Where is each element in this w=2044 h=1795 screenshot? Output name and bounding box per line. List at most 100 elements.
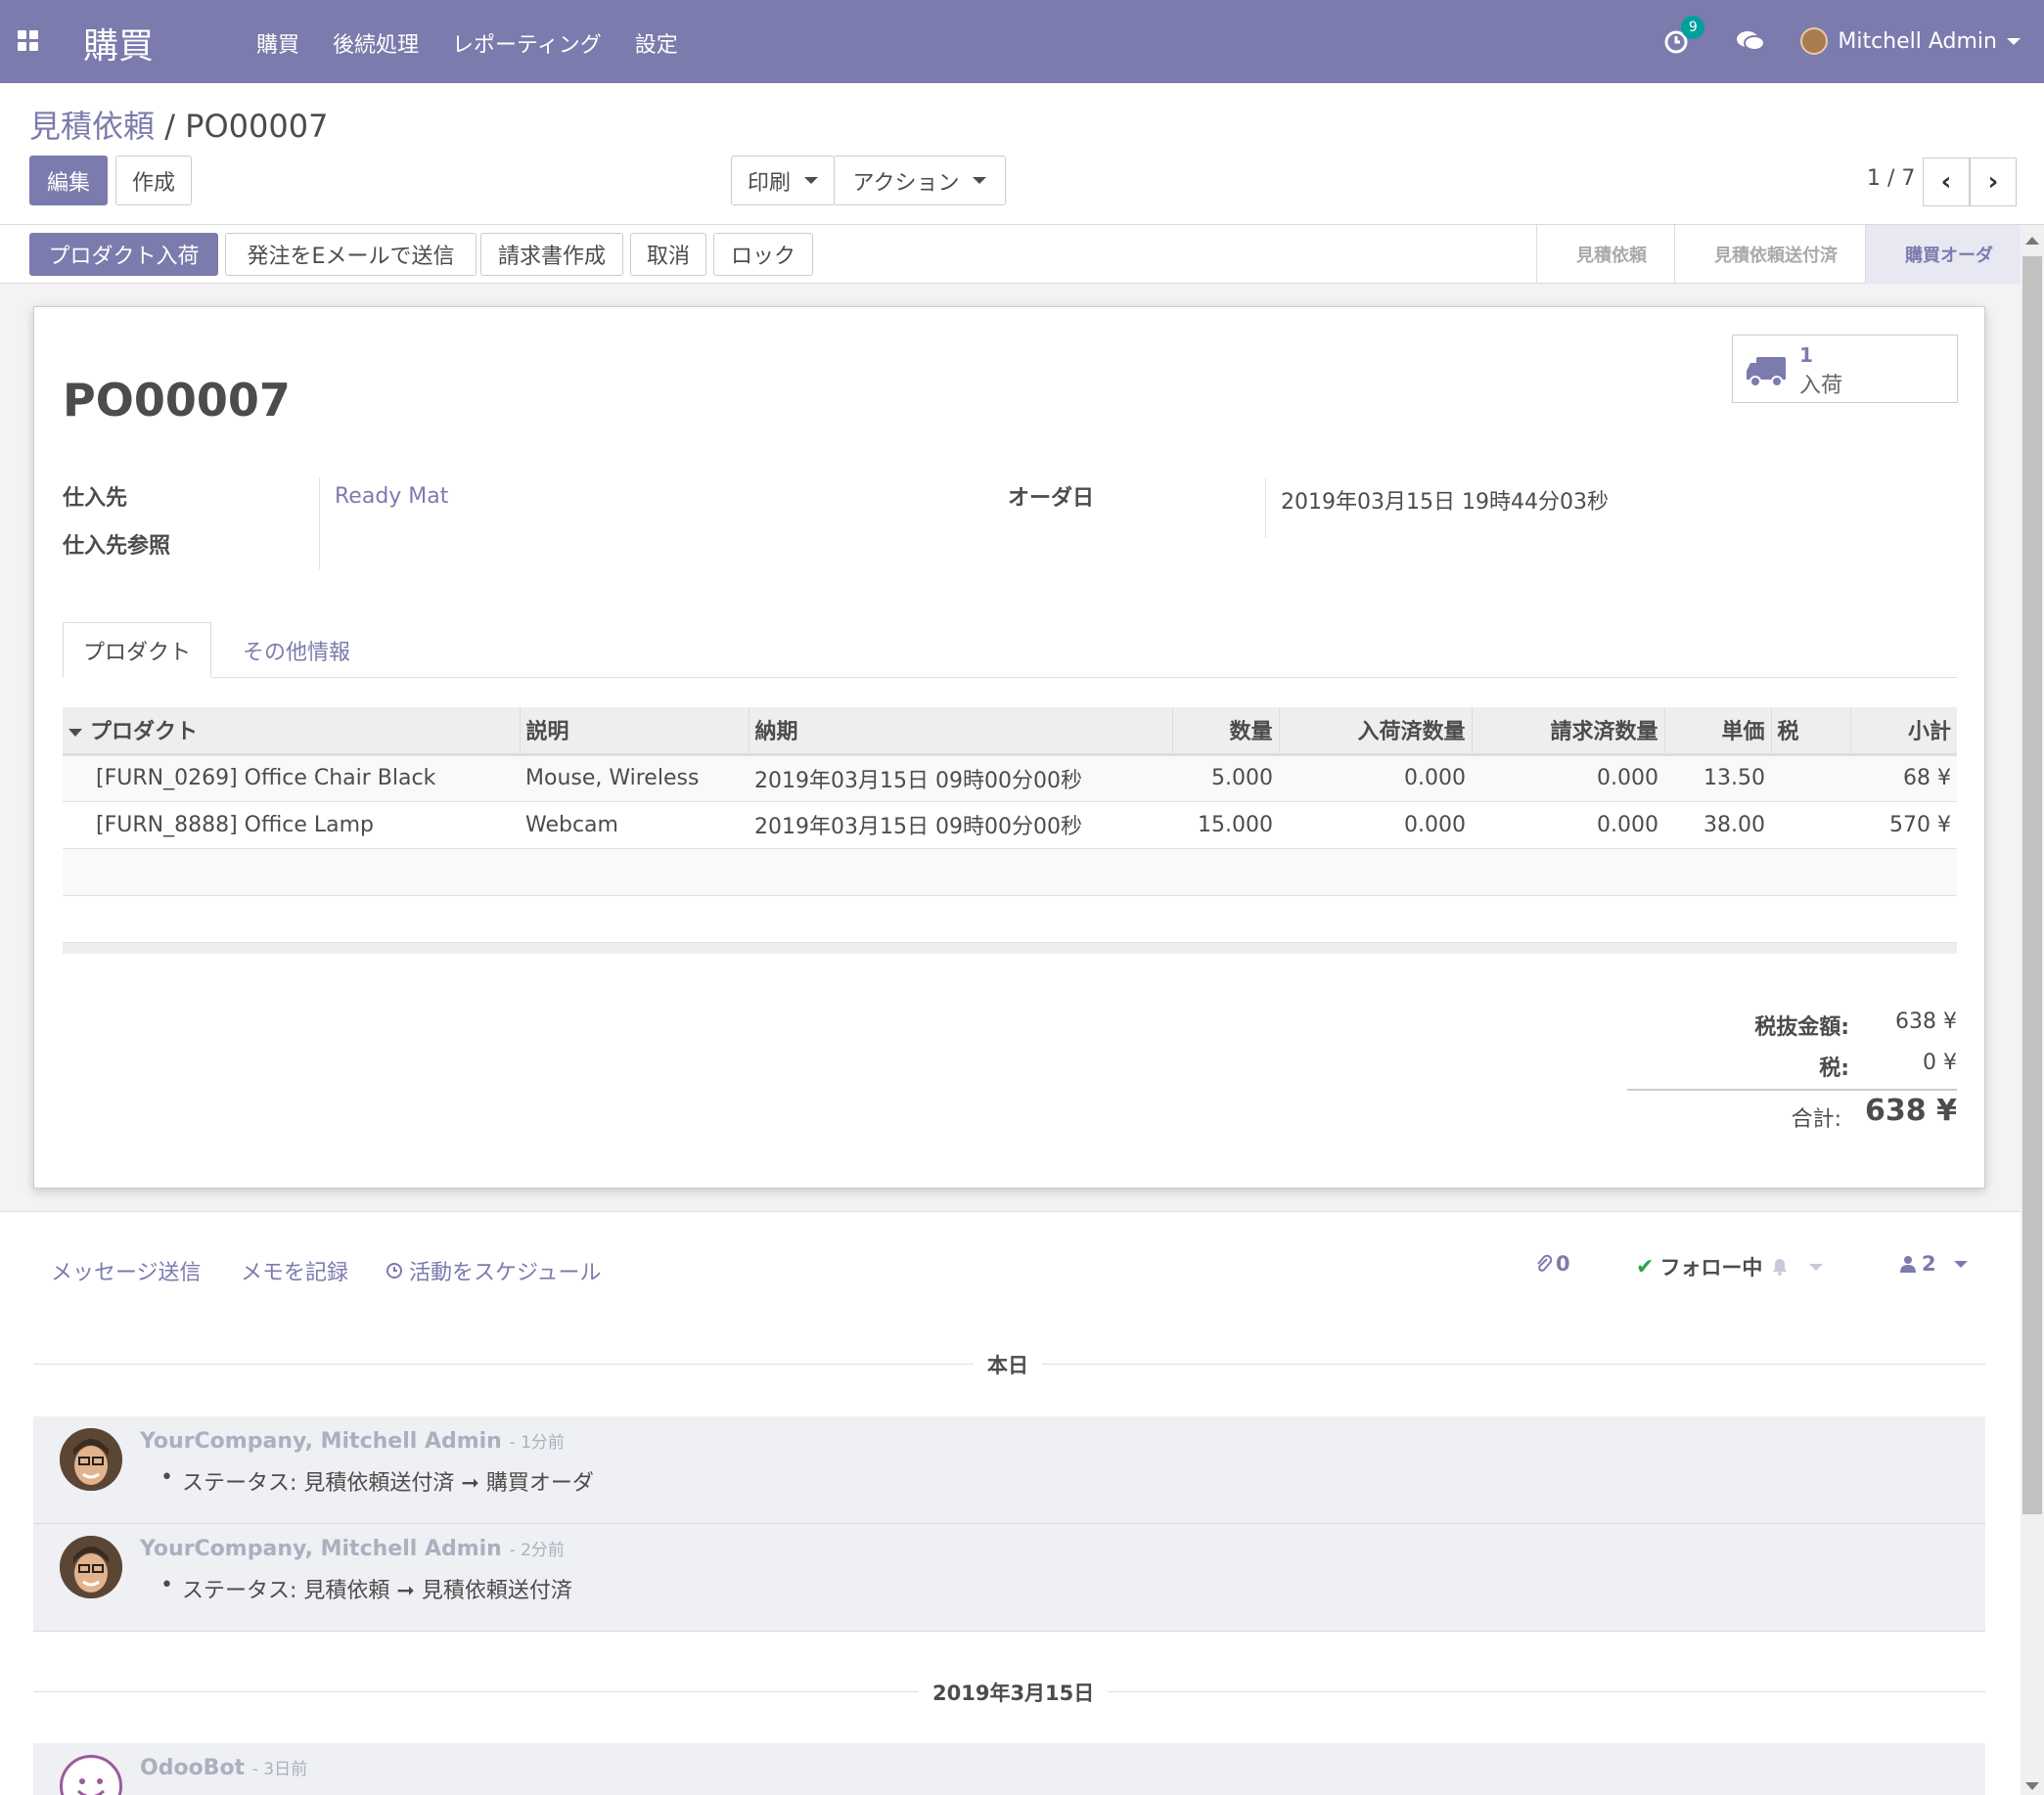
- vendor-field[interactable]: Ready Mat: [335, 484, 448, 509]
- user-icon: [1900, 1256, 1916, 1273]
- edit-button[interactable]: 編集: [29, 156, 108, 205]
- breadcrumb-separator: /: [155, 108, 186, 145]
- user-menu[interactable]: Mitchell Admin: [1800, 27, 2021, 55]
- column-header-received-qty[interactable]: 入荷済数量: [1279, 707, 1473, 756]
- cell-unit-price[interactable]: 38.00: [1664, 801, 1771, 849]
- create-button[interactable]: 作成: [115, 156, 192, 205]
- create-bill-button[interactable]: 請求書作成: [480, 233, 623, 276]
- chevron-right-icon: ›: [1987, 167, 1999, 197]
- pager-next-button[interactable]: ›: [1970, 157, 2017, 206]
- caret-down-icon: [68, 729, 82, 738]
- receive-products-button[interactable]: プロダクト入荷: [29, 233, 218, 276]
- cell-received-qty[interactable]: 0.000: [1279, 801, 1472, 849]
- column-header-product[interactable]: プロダクト: [63, 707, 521, 756]
- scroll-down-arrow-icon[interactable]: [2025, 1782, 2039, 1790]
- column-header-taxes[interactable]: 税: [1771, 707, 1851, 756]
- pager-value[interactable]: 1 / 7: [1867, 166, 1915, 191]
- cell-product[interactable]: [FURN_8888] Office Lamp: [63, 801, 520, 849]
- cell-quantity[interactable]: 15.000: [1172, 801, 1279, 849]
- cell-scheduled-date[interactable]: 2019年03月15日 09時00分00秒: [749, 754, 1172, 802]
- scroll-up-arrow-icon[interactable]: [2025, 237, 2039, 245]
- cancel-button[interactable]: 取消: [630, 233, 706, 276]
- chevron-left-icon: ‹: [1940, 167, 1952, 197]
- lock-button[interactable]: ロック: [713, 233, 813, 276]
- chevron-down-icon: [1953, 1260, 1968, 1268]
- action-label: アクション: [852, 170, 960, 196]
- message-time: - 1分前: [509, 1433, 565, 1453]
- tab-products[interactable]: プロダクト: [63, 622, 212, 678]
- order-date-field[interactable]: 2019年03月15日 19時44分03秒: [1281, 484, 1609, 516]
- send-message-button[interactable]: メッセージ送信: [51, 1255, 202, 1286]
- chevron-down-icon: [973, 177, 987, 184]
- pager-previous-button[interactable]: ‹: [1923, 157, 1970, 206]
- date-separator-date: 2019年3月15日: [919, 1678, 1109, 1707]
- message-author[interactable]: YourCompany, Mitchell Admin - 1分前: [140, 1428, 565, 1454]
- cell-taxes[interactable]: [1771, 801, 1850, 849]
- column-header-subtotal[interactable]: 小計: [1850, 707, 1957, 756]
- schedule-activity-button[interactable]: 活動をスケジュール: [386, 1255, 601, 1286]
- chatter-message: OdooBot - 3日前: [33, 1743, 1985, 1795]
- order-lines-table: プロダクト 説明 納期 数量 入荷済数量 請求済数量 単価 税 小計 [FURN…: [63, 707, 1957, 954]
- vendor-label: 仕入先: [63, 486, 128, 511]
- message-author[interactable]: OdooBot - 3日前: [140, 1755, 307, 1780]
- form-statusbar: プロダクト入荷 発注をEメールで送信 請求書作成 取消 ロック 見積依頼 見積依…: [0, 225, 2021, 284]
- menu-purchase[interactable]: 購買: [256, 27, 299, 59]
- column-header-unit-price[interactable]: 単価: [1664, 707, 1772, 756]
- menu-operations[interactable]: 後続処理: [333, 27, 419, 59]
- message-author[interactable]: YourCompany, Mitchell Admin - 2分前: [140, 1536, 565, 1561]
- field-separator: [1265, 477, 1266, 538]
- cell-taxes[interactable]: [1771, 754, 1850, 802]
- app-brand[interactable]: 購買: [83, 18, 154, 68]
- cell-received-qty[interactable]: 0.000: [1279, 754, 1472, 802]
- cell-billed-qty[interactable]: 0.000: [1472, 801, 1664, 849]
- top-navbar: 購買 購買 後続処理 レポーティング 設定 9 Mitchell Admin: [0, 0, 2044, 83]
- status-step-rfq-sent[interactable]: 見積依頼送付済: [1674, 225, 1865, 284]
- menu-settings[interactable]: 設定: [635, 27, 678, 59]
- author-avatar: [60, 1428, 122, 1491]
- column-header-quantity[interactable]: 数量: [1172, 707, 1280, 756]
- action-dropdown[interactable]: アクション: [834, 156, 1006, 205]
- column-header-scheduled-date[interactable]: 納期: [749, 707, 1173, 756]
- scrollbar-thumb[interactable]: [2022, 256, 2042, 1514]
- message-time: - 3日前: [251, 1760, 308, 1779]
- main-menu: 購買 後続処理 レポーティング 設定: [256, 27, 678, 59]
- follow-button[interactable]: ✔ フォロー中: [1636, 1252, 1824, 1281]
- column-header-description[interactable]: 説明: [520, 707, 749, 756]
- user-name: Mitchell Admin: [1838, 28, 1997, 54]
- status-steps: 見積依頼 見積依頼送付済 購買オーダ: [1536, 225, 2021, 284]
- total-value: 638 ¥: [1865, 1094, 1957, 1128]
- activity-menu[interactable]: 9: [1661, 16, 1705, 61]
- status-step-purchase-order[interactable]: 購買オーダ: [1865, 225, 2021, 284]
- cell-billed-qty[interactable]: 0.000: [1472, 754, 1664, 802]
- chevron-down-icon: [804, 177, 818, 184]
- cell-description[interactable]: Mouse, Wireless: [520, 754, 749, 802]
- chat-icon[interactable]: [1736, 28, 1766, 54]
- receipts-smart-button[interactable]: 1 入荷: [1732, 335, 1958, 403]
- schedule-activity-label: 活動をスケジュール: [409, 1261, 602, 1285]
- chevron-down-icon[interactable]: [1809, 1263, 1824, 1271]
- apps-grid-icon[interactable]: [18, 30, 39, 52]
- breadcrumb-parent[interactable]: 見積依頼: [29, 108, 155, 145]
- chatter-message: YourCompany, Mitchell Admin - 1分前 ステータス:…: [33, 1416, 1985, 1524]
- cell-scheduled-date[interactable]: 2019年03月15日 09時00分00秒: [749, 801, 1172, 849]
- table-row[interactable]: [FURN_0269] Office Chair Black Mouse, Wi…: [63, 754, 1957, 802]
- tab-other-info[interactable]: その他情報: [223, 622, 370, 678]
- print-dropdown[interactable]: 印刷: [731, 156, 835, 205]
- log-note-button[interactable]: メモを記録: [241, 1255, 348, 1286]
- cell-quantity[interactable]: 5.000: [1172, 754, 1279, 802]
- attachments-button[interactable]: 0: [1536, 1252, 1570, 1276]
- table-row[interactable]: [FURN_8888] Office Lamp Webcam 2019年03月1…: [63, 801, 1957, 849]
- column-header-billed-qty[interactable]: 請求済数量: [1472, 707, 1665, 756]
- bell-icon[interactable]: [1770, 1257, 1790, 1277]
- cell-description[interactable]: Webcam: [520, 801, 749, 849]
- menu-reporting[interactable]: レポーティング: [452, 27, 602, 59]
- message-body: ステータス: 見積依頼 ➞ 見積依頼送付済: [160, 1573, 572, 1604]
- send-po-email-button[interactable]: 発注をEメールで送信: [225, 233, 477, 276]
- cell-product[interactable]: [FURN_0269] Office Chair Black: [63, 754, 520, 802]
- followers-button[interactable]: 2: [1900, 1252, 1968, 1276]
- status-step-rfq[interactable]: 見積依頼: [1536, 225, 1674, 284]
- clock-icon: [386, 1263, 402, 1279]
- author-name: OdooBot: [140, 1756, 246, 1780]
- cell-unit-price[interactable]: 13.50: [1664, 754, 1771, 802]
- empty-row: [63, 848, 1957, 896]
